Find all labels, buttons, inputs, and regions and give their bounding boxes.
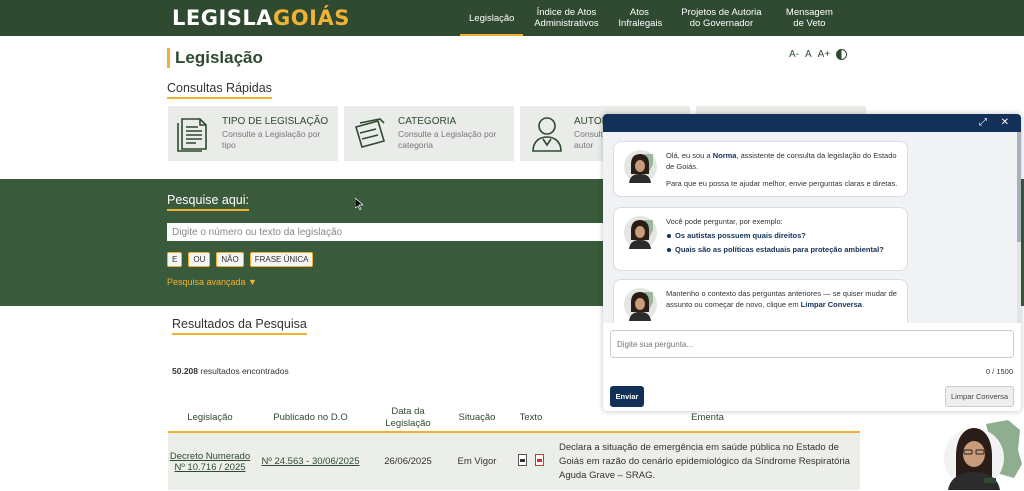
operator-e-button[interactable]: E	[167, 252, 183, 267]
legislagoias-logo[interactable]: LEGISLAGOIÁS	[172, 6, 350, 30]
legislation-date: 26/06/2025	[369, 432, 447, 490]
nav-indice-atos[interactable]: Índice de Atos Administrativos	[523, 0, 609, 36]
chat-message-context: Mantenho o contexto das perguntas anteri…	[613, 279, 908, 323]
floating-assistant-avatar[interactable]	[942, 418, 1022, 490]
examples-intro: Você pode perguntar, por exemplo:	[666, 217, 783, 226]
chat-messages[interactable]: Olá, eu sou a Norma, assistente de consu…	[603, 132, 1021, 323]
font-increase-button[interactable]: A+	[818, 49, 831, 60]
logo-text-legisla: LEGISLA	[172, 6, 274, 30]
table-row: Decreto Numerado Nº 10.716 / 2025 Nº 24.…	[168, 432, 860, 490]
results-count-number: 50.208	[172, 366, 198, 376]
col-legislacao[interactable]: Legislação	[168, 404, 252, 433]
contrast-icon[interactable]	[836, 49, 848, 60]
close-icon[interactable]: ✕	[1001, 117, 1009, 128]
card-title: TIPO DE LEGISLAÇÃO	[222, 116, 329, 127]
question-input[interactable]	[610, 330, 1014, 358]
chat-message-examples: Você pode perguntar, por exemplo: Os aut…	[613, 207, 908, 271]
assistant-avatar	[624, 216, 657, 249]
text-downloads	[507, 432, 555, 490]
font-decrease-button[interactable]: A-	[789, 49, 799, 60]
search-input[interactable]	[167, 223, 607, 241]
diario-oficial-link[interactable]: Nº 24.563 - 30/06/2025	[261, 456, 359, 467]
results-count: 50.208 resultados encontrados	[172, 366, 289, 376]
documents-icon	[177, 117, 207, 152]
col-data[interactable]: Data da Legislação	[369, 404, 447, 433]
chat-scrollbar-thumb[interactable]	[1017, 132, 1021, 242]
mouse-cursor-icon	[355, 198, 363, 210]
main-nav: Legislação Índice de Atos Administrativo…	[460, 0, 845, 36]
legislation-link[interactable]: Decreto Numerado Nº 10.716 / 2025	[170, 451, 250, 473]
quick-queries-title: Consultas Rápidas	[167, 81, 272, 99]
search-operators: E OU NÃO FRASE ÚNICA	[167, 252, 314, 267]
example-question[interactable]: Quais são as políticas estaduais para pr…	[666, 244, 899, 255]
nav-legislacao[interactable]: Legislação	[460, 0, 524, 36]
card-categoria[interactable]: CATEGORIA Consulte a Legislação por categ…	[344, 106, 514, 161]
legislation-summary: Declara a situação de emergência em saúd…	[555, 432, 860, 490]
pdf-file-icon[interactable]	[535, 454, 544, 466]
clear-conversation-mention: Limpar Conversa	[800, 300, 862, 309]
col-situacao[interactable]: Situação	[447, 404, 507, 433]
top-navigation-bar: LEGISLAGOIÁS Legislação Índice de Atos A…	[0, 0, 1024, 36]
card-title: CATEGORIA	[398, 116, 457, 127]
nav-projetos-governador[interactable]: Projetos de Autoria do Governador	[669, 0, 773, 36]
col-texto: Texto	[507, 404, 555, 433]
clear-conversation-button[interactable]: Limpar Conversa	[945, 386, 1014, 407]
example-question[interactable]: Os autistas possuem quais direitos?	[666, 230, 899, 241]
chat-scrollbar[interactable]	[1017, 132, 1021, 323]
legislation-status: Em Vigor	[447, 432, 507, 490]
greeting-text: Olá, eu sou a	[666, 151, 713, 160]
expand-icon[interactable]: ⤢	[979, 117, 987, 128]
col-publicado[interactable]: Publicado no D.O	[252, 404, 369, 433]
folders-icon	[354, 117, 386, 148]
assistant-avatar	[624, 150, 657, 183]
example-questions: Os autistas possuem quais direitos? Quai…	[666, 230, 899, 255]
page-title: Legislação	[167, 48, 263, 68]
chat-header: ⤢ ✕	[603, 114, 1021, 132]
context-text-end: .	[861, 300, 865, 309]
logo-text-goias: GOIÁS	[273, 6, 350, 30]
chat-assistant-panel: ⤢ ✕ Olá, eu sou a Norma, assistente de c…	[603, 114, 1021, 411]
accessibility-tools: A- A A+	[789, 49, 848, 60]
results-table: Legislação Publicado no D.O Data da Legi…	[168, 404, 860, 490]
operator-frase-unica-button[interactable]: FRASE ÚNICA	[249, 252, 314, 267]
advanced-search-link[interactable]: Pesquisa avançada ▼	[167, 277, 257, 287]
results-title: Resultados da Pesquisa	[172, 317, 307, 335]
assistant-name: Norma	[712, 151, 737, 160]
operator-ou-button[interactable]: OU	[188, 252, 211, 267]
greeting-instruction: Para que eu possa te ajudar melhor, envi…	[666, 179, 898, 188]
chat-message-greeting: Olá, eu sou a Norma, assistente de consu…	[613, 141, 908, 197]
character-counter: 0 / 1500	[985, 367, 1013, 376]
font-normal-button[interactable]: A	[805, 49, 812, 60]
person-icon	[532, 116, 562, 152]
card-subtitle: Consulte a Legislação por tipo	[222, 129, 321, 150]
results-count-suffix: resultados encontrados	[198, 366, 289, 376]
nav-mensagem-veto[interactable]: Mensagem de Veto	[773, 0, 845, 36]
search-title: Pesquise aqui:	[167, 193, 250, 211]
assistant-avatar	[624, 288, 657, 321]
card-tipo-legislacao[interactable]: TIPO DE LEGISLAÇÃO Consulte a Legislação …	[168, 106, 338, 161]
send-button[interactable]: Enviar	[610, 386, 644, 407]
nav-atos-infralegais[interactable]: Atos Infralegais	[609, 0, 669, 36]
doc-file-icon[interactable]	[518, 454, 527, 466]
card-subtitle: Consulte a Legislação por categoria	[398, 129, 497, 150]
operator-nao-button[interactable]: NÃO	[216, 252, 244, 267]
